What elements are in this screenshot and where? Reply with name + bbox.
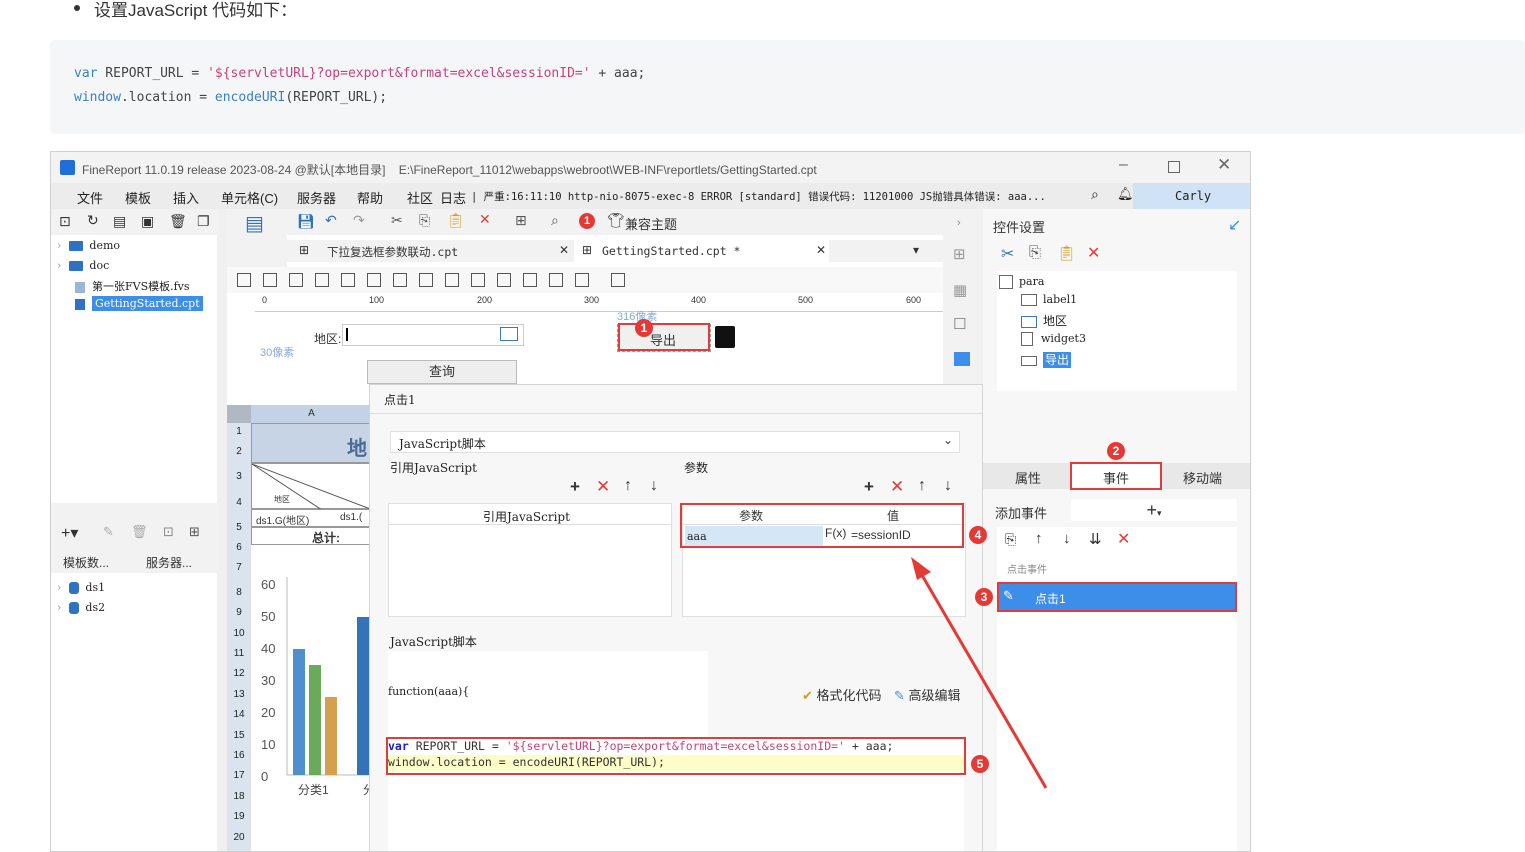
finereport-window: FineReport 11.0.19 release 2023-08-24 @默…	[50, 151, 1251, 852]
intro-bullet: 设置JavaScript 代码如下：	[74, 0, 297, 21]
annotation-arrow	[911, 557, 1048, 789]
code-line-2: window.location = encodeURI(REPORT_URL);	[74, 90, 388, 105]
code-block: var REPORT_URL = '${servletURL}?op=expor…	[50, 40, 1525, 134]
code-line-1: var REPORT_URL = '${servletURL}?op=expor…	[74, 66, 646, 81]
intro-text: 设置JavaScript 代码如下：	[94, 1, 298, 20]
